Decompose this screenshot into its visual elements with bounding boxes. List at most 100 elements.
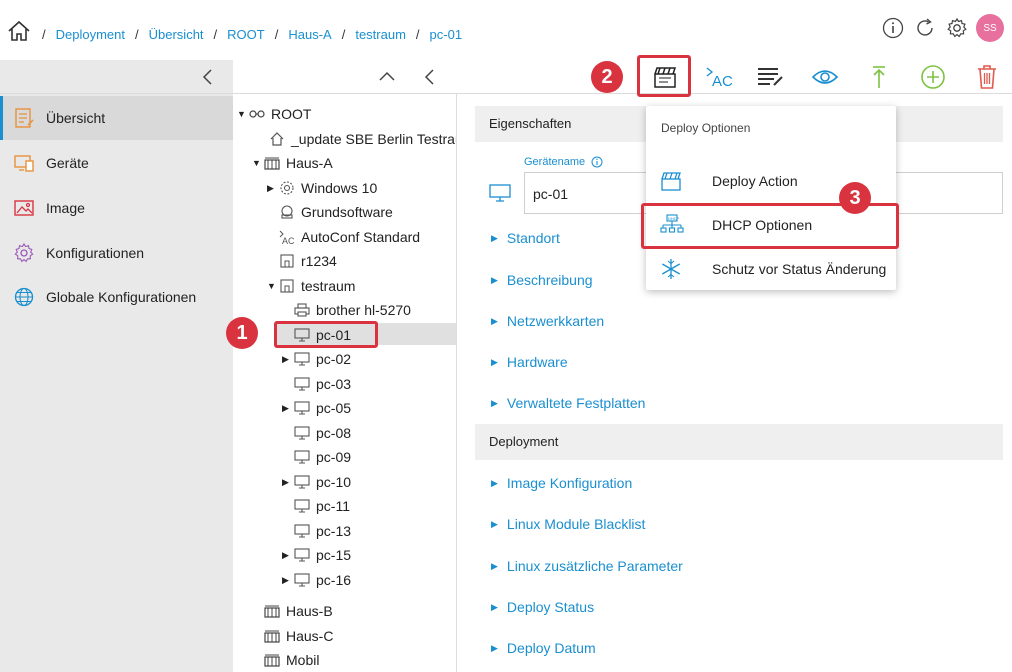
info-icon[interactable]: [591, 155, 603, 171]
home-icon[interactable]: [7, 19, 31, 43]
tree-node-haus-a[interactable]: ▼ Haus-A: [252, 152, 333, 174]
eye-icon: [811, 70, 839, 84]
clapperboard-icon: [660, 170, 684, 192]
expand-arrow-icon[interactable]: ▶: [282, 477, 294, 488]
tree-node-r1234[interactable]: r1234: [267, 250, 337, 272]
tree-node-pc-15[interactable]: ▶ pc-15: [282, 544, 351, 566]
tree-node-pc-05[interactable]: ▶ pc-05: [282, 397, 351, 419]
expander-label: Linux Module Blacklist: [506, 516, 646, 532]
tree-node-label: Grundsoftware: [301, 204, 393, 220]
expand-arrow-icon[interactable]: ▶: [282, 403, 294, 414]
plus-circle-icon: [921, 65, 945, 89]
breadcrumb-deployment[interactable]: Deployment: [56, 27, 125, 42]
sidebar-item-uebersicht[interactable]: Übersicht: [0, 96, 233, 140]
tree-header: [233, 60, 457, 94]
gear-icon: [279, 180, 295, 196]
move-up-button[interactable]: [864, 62, 894, 92]
breadcrumb-uebersicht[interactable]: Übersicht: [149, 27, 204, 42]
menu-item-schutz-vor-status-aenderung[interactable]: Schutz vor Status Änderung: [646, 247, 896, 291]
tree-node-label: pc-03: [316, 376, 352, 392]
tree-node-haus-c[interactable]: Haus-C: [252, 625, 333, 647]
tree-node-pc-16[interactable]: ▶ pc-16: [282, 569, 351, 591]
tree-node-pc-13[interactable]: pc-13: [282, 520, 351, 542]
expander-label: Linux zusätzliche Parameter: [506, 558, 683, 574]
tree-node-label: pc-13: [316, 523, 352, 539]
expander-label: Beschreibung: [506, 272, 593, 288]
tree-node-windows-10[interactable]: ▶ Windows 10: [267, 177, 377, 199]
list-edit-icon: [758, 68, 783, 86]
tree-node-grundsoftware[interactable]: Grundsoftware: [267, 201, 393, 223]
building-icon: [264, 628, 280, 644]
expand-arrow-icon[interactable]: ▼: [237, 109, 249, 119]
expander-linux-zusaetzliche-parameter[interactable]: ▶ Linux zusätzliche Parameter: [491, 558, 683, 574]
tree-node-label: pc-05: [316, 400, 352, 416]
chevron-left-icon[interactable]: [423, 68, 437, 89]
expand-arrow-icon: ▶: [491, 315, 498, 326]
expander-beschreibung[interactable]: ▶ Beschreibung: [491, 272, 593, 288]
delete-button[interactable]: [972, 62, 1002, 92]
svg-text:AC: AC: [282, 236, 295, 245]
refresh-icon[interactable]: [912, 15, 938, 41]
geraetename-label: Gerätename: [524, 156, 586, 168]
breadcrumb-root[interactable]: ROOT: [227, 27, 265, 42]
monitor-icon: [294, 400, 310, 416]
expand-arrow-icon[interactable]: ▼: [267, 281, 279, 291]
tree-node-mobil[interactable]: Mobil: [252, 649, 319, 671]
breadcrumb-separator: /: [135, 27, 139, 42]
devices-icon: [13, 152, 35, 174]
expand-arrow-icon[interactable]: ▼: [252, 158, 264, 168]
avatar[interactable]: SS: [976, 14, 1004, 42]
expand-arrow-icon: ▶: [491, 397, 498, 408]
settings-gear-icon[interactable]: [944, 15, 970, 41]
tree-node-root[interactable]: ▼ ROOT: [237, 103, 311, 125]
expand-arrow-icon: ▶: [491, 477, 498, 488]
chevron-up-icon[interactable]: [377, 68, 397, 87]
breadcrumb-testraum[interactable]: testraum: [355, 27, 406, 42]
sidebar-item-konfigurationen[interactable]: Konfigurationen: [0, 231, 233, 275]
tree-node-label: testraum: [301, 278, 356, 294]
svg-text:AC: AC: [712, 73, 733, 90]
tree-node-pc-02[interactable]: ▶ pc-02: [282, 348, 351, 370]
add-button[interactable]: [918, 62, 948, 92]
sidebar-item-label: Übersicht: [46, 110, 106, 126]
expander-label: Deploy Status: [506, 599, 595, 615]
tree-node-autoconf-standard[interactable]: AC AutoConf Standard: [267, 226, 420, 248]
tree-node-testraum[interactable]: ▼ testraum: [267, 275, 355, 297]
expander-deploy-status[interactable]: ▶ Deploy Status: [491, 599, 594, 615]
list-view-button[interactable]: [755, 62, 785, 92]
expander-image-konfiguration[interactable]: ▶ Image Konfiguration: [491, 475, 632, 491]
expand-arrow-icon[interactable]: ▶: [282, 354, 294, 365]
preview-button[interactable]: [810, 62, 840, 92]
expander-standort[interactable]: ▶ Standort: [491, 230, 560, 246]
expander-netzwerkkarten[interactable]: ▶ Netzwerkkarten: [491, 313, 604, 329]
tree-node-haus-b[interactable]: Haus-B: [252, 600, 333, 622]
expand-arrow-icon[interactable]: ▶: [282, 575, 294, 586]
monitor-icon: [294, 449, 310, 465]
expander-verwaltete-festplatten[interactable]: ▶ Verwaltete Festplatten: [491, 395, 645, 411]
sidebar-item-globale-konfigurationen[interactable]: Globale Konfigurationen: [0, 275, 233, 319]
monitor-icon: [294, 351, 310, 367]
breadcrumb-haus-a[interactable]: Haus-A: [288, 27, 331, 42]
tree-node-label: Haus-C: [286, 628, 334, 644]
expander-hardware[interactable]: ▶ Hardware: [491, 354, 568, 370]
tree-node-pc-11[interactable]: pc-11: [282, 495, 350, 517]
tree-node-update-sbe[interactable]: _update SBE Berlin Testraum: [257, 128, 457, 150]
highlight-deploy-options: [637, 55, 691, 97]
monitor-icon: [294, 376, 310, 392]
sidebar-item-image[interactable]: Image: [0, 186, 233, 230]
autoconf-button[interactable]: AC: [703, 62, 739, 92]
tree-node-pc-10[interactable]: ▶ pc-10: [282, 471, 351, 493]
tree-node-brother-hl-5270[interactable]: brother hl-5270: [282, 299, 411, 321]
tree-node-pc-09[interactable]: pc-09: [282, 446, 351, 468]
expander-linux-module-blacklist[interactable]: ▶ Linux Module Blacklist: [491, 516, 645, 532]
expand-arrow-icon[interactable]: ▶: [267, 183, 279, 194]
tree-node-pc-08[interactable]: pc-08: [282, 422, 351, 444]
tree-node-label: _update SBE Berlin Testraum: [291, 131, 457, 147]
expand-arrow-icon[interactable]: ▶: [282, 550, 294, 561]
sidebar-item-geraete[interactable]: Geräte: [0, 141, 233, 185]
collapse-sidebar-icon[interactable]: [201, 68, 215, 89]
breadcrumb-pc-01[interactable]: pc-01: [430, 27, 463, 42]
tree-node-pc-03[interactable]: pc-03: [282, 373, 351, 395]
expander-deploy-datum[interactable]: ▶ Deploy Datum: [491, 640, 596, 656]
info-icon[interactable]: [880, 15, 906, 41]
